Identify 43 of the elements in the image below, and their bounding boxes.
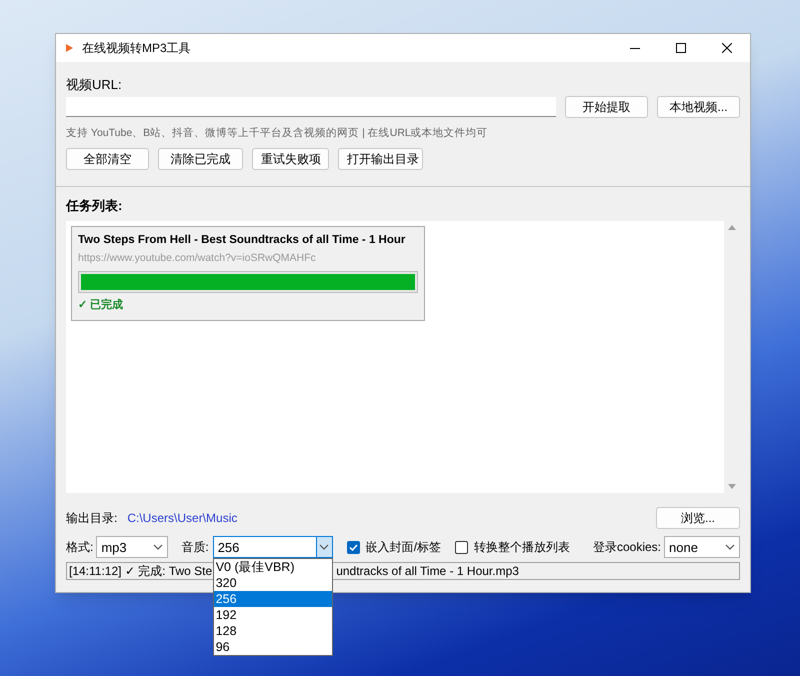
checkbox[interactable]	[346, 540, 360, 554]
quality-dropdown[interactable]: 256	[212, 536, 333, 558]
push-button[interactable]: 清除已完成	[158, 148, 243, 170]
status-text: undtracks of all Time - 1 Hour.mp3	[336, 563, 519, 580]
dropdown-option[interactable]: 256	[214, 591, 332, 608]
dropdown-option[interactable]: 96	[214, 639, 332, 656]
cookies-label: 登录cookies:	[592, 539, 661, 556]
close-icon	[722, 43, 732, 53]
format-dropdown[interactable]: mp3	[96, 536, 168, 558]
checkbox[interactable]	[455, 540, 468, 554]
url-input-field[interactable]	[66, 97, 556, 117]
format-label: 格式:	[66, 539, 94, 556]
dropdown-option[interactable]: 128	[214, 623, 332, 640]
scroll-down-icon	[728, 484, 736, 490]
chevron-down-icon	[725, 544, 735, 550]
dropdown-option[interactable]: V0 (最佳VBR)	[214, 559, 332, 576]
push-button[interactable]: 本地视频...	[657, 96, 740, 118]
play-logo-icon	[64, 43, 74, 53]
push-button[interactable]: 全部清空	[66, 148, 149, 170]
chevron-down-icon	[319, 544, 330, 550]
chevron-down-icon	[153, 544, 164, 550]
push-button[interactable]: 开始提取	[565, 96, 648, 118]
cookies-dropdown[interactable]: none	[664, 536, 740, 558]
checkbox-label: 嵌入封面/标签	[366, 539, 442, 556]
push-button[interactable]: 重试失败项	[252, 148, 329, 170]
task-url: https://www.youtube.com/watch?v=ioSRwQMAHFc	[78, 251, 317, 266]
output-label: 输出目录:	[66, 510, 118, 528]
dropdown-option[interactable]: 192	[214, 607, 332, 624]
hint-text: 支持 YouTube、B站、抖音、微博等上千平台及含视频的网页 | 在线URL或本地文件均可	[66, 126, 489, 141]
maximize-icon	[676, 43, 686, 53]
status-text: [14:11:12] ✓ 完成: Two Ste	[69, 563, 212, 580]
section-heading: 任务列表:	[66, 196, 124, 215]
dropdown-option[interactable]: 320	[214, 575, 332, 592]
window-title: 在线视频转MP3工具	[82, 40, 191, 57]
checkbox-label: 转换整个播放列表	[474, 539, 570, 556]
push-button[interactable]: 浏览...	[656, 507, 740, 530]
status-text: ✓ 已完成	[78, 298, 124, 313]
quality-label: 音质:	[181, 539, 209, 556]
output-path: C:\Users\User\Music	[127, 510, 238, 528]
scroll-up-icon	[728, 225, 736, 230]
task-title: Two Steps From Hell - Best Soundtracks of all Time - 1 Hour	[78, 233, 406, 248]
url-label: 视频URL:	[66, 76, 123, 93]
push-button[interactable]: 打开输出目录	[338, 148, 423, 170]
